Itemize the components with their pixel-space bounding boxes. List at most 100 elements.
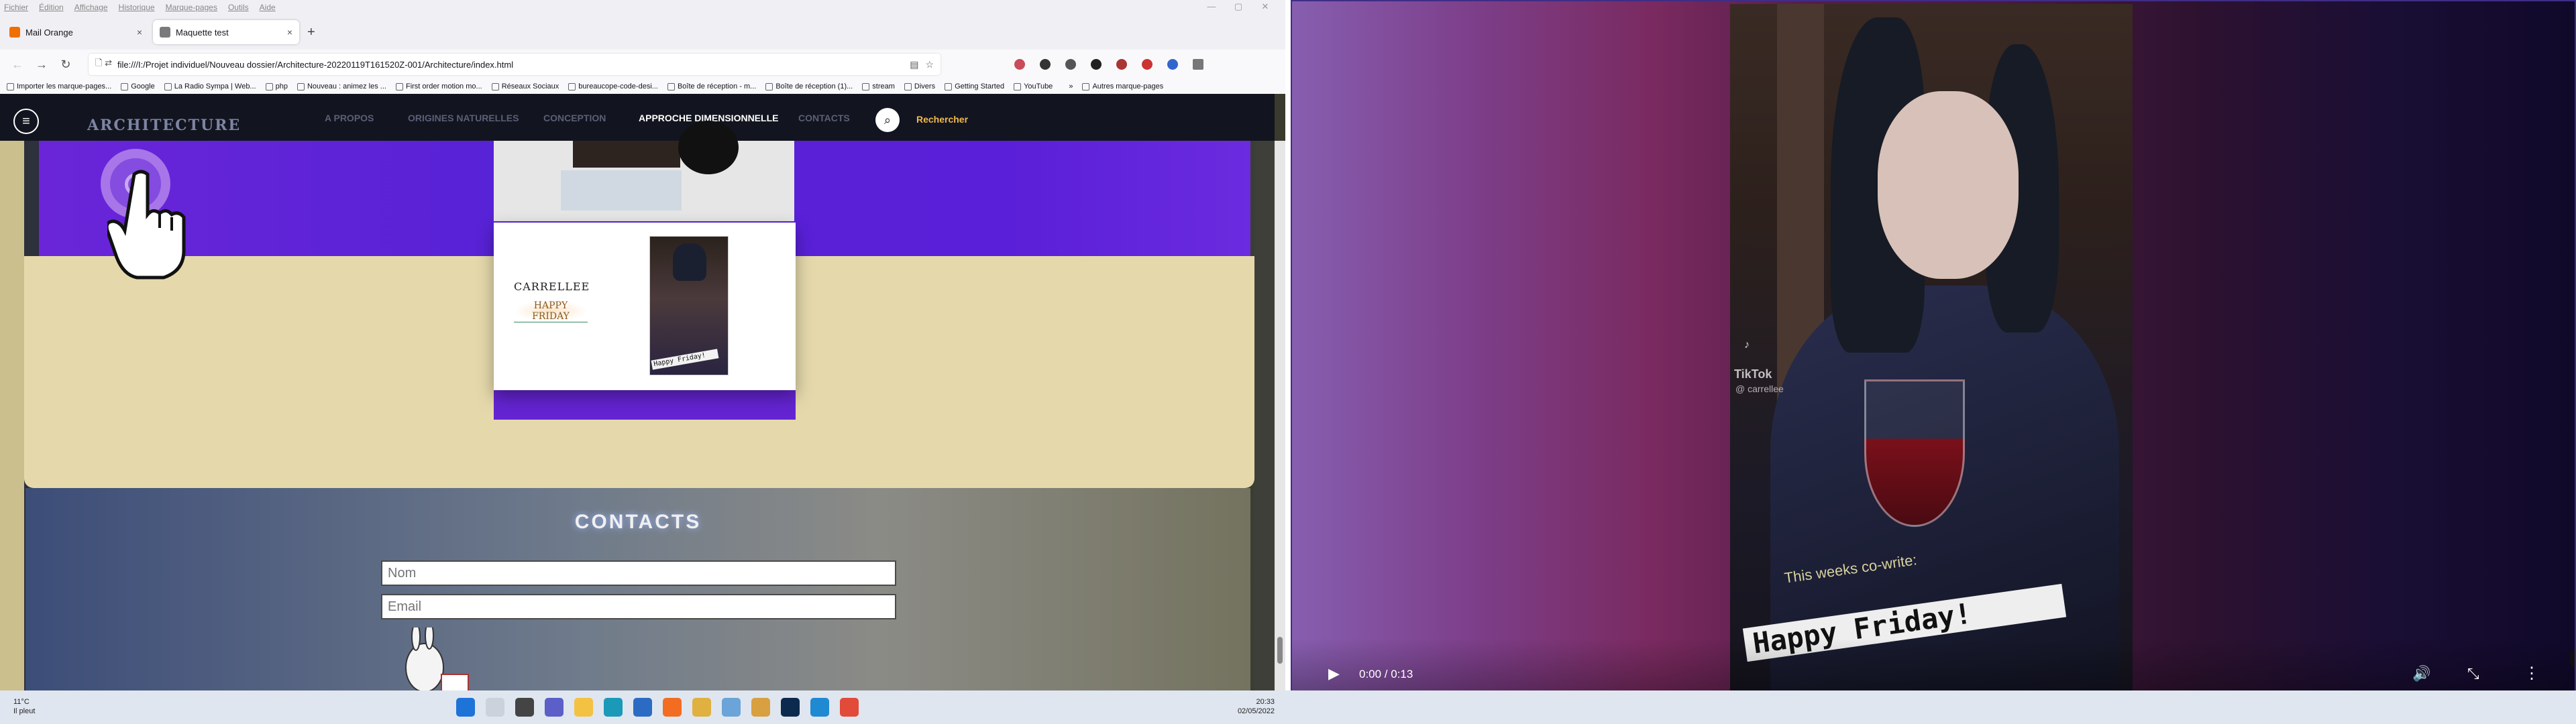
weather-condition: Il pleut (13, 707, 36, 715)
bookmark-item[interactable]: La Radio Sympa | Web... (164, 82, 256, 90)
tab-bar: Mail Orange × Maquette test × + (0, 15, 1285, 50)
reload-icon[interactable]: ↻ (56, 58, 75, 72)
volume-icon[interactable]: 🔊 (2412, 665, 2430, 682)
minimize-icon[interactable]: — (1198, 1, 1225, 12)
scrollbar-thumb[interactable] (1277, 637, 1283, 664)
menu-bar: Fichier Édition Affichage Historique Mar… (0, 0, 1285, 15)
store-icon[interactable] (633, 698, 652, 717)
hamburger-menu-icon[interactable]: ≡ (13, 109, 39, 134)
tiktok-watermark: TikTok (1734, 367, 1772, 381)
menu-hamburger-icon[interactable] (1193, 59, 1203, 70)
extension-icon[interactable] (1091, 59, 1102, 70)
extension-icon[interactable] (1167, 59, 1178, 70)
bookmark-item[interactable]: Boîte de réception (1)... (765, 82, 853, 90)
bookmark-item[interactable]: Autres marque-pages (1082, 82, 1163, 90)
nav-origines-naturelles[interactable]: ORIGINES NATURELLES (408, 113, 519, 123)
edge-icon[interactable] (604, 698, 623, 717)
nav-contacts[interactable]: CONTACTS (798, 113, 850, 123)
photos-icon[interactable] (722, 698, 741, 717)
menu-aide[interactable]: Aide (260, 3, 276, 12)
bookmark-item[interactable]: First order motion mo... (395, 82, 482, 90)
pocket-icon[interactable] (1014, 59, 1025, 70)
page-viewport: ≡ ARCHITECTURE A PROPOS ORIGINES NATUREL… (0, 94, 1285, 690)
bookmark-item[interactable]: php (265, 82, 288, 90)
nav-a-propos[interactable]: A PROPOS (325, 113, 374, 123)
site-logo[interactable]: ARCHITECTURE (87, 117, 241, 134)
forward-icon[interactable]: → (32, 58, 51, 72)
photo-caption: Happy Friday! (651, 349, 719, 370)
more-options-icon[interactable]: ⋮ (2524, 664, 2540, 683)
tab-mail-orange[interactable]: Mail Orange × (3, 20, 149, 44)
folder-icon[interactable] (692, 698, 711, 717)
vscode-icon[interactable] (810, 698, 829, 717)
card-subtitle: HAPPY FRIDAY (514, 300, 588, 322)
system-clock[interactable]: 20:33 02/05/2022 (1221, 697, 1275, 716)
extension-icon[interactable] (1065, 59, 1076, 70)
extension-icon[interactable] (1116, 59, 1127, 70)
tab-maquette-test[interactable]: Maquette test × (153, 20, 299, 44)
play-icon[interactable]: ▶ (1328, 665, 1340, 682)
frame-right (1254, 141, 1275, 690)
bookmark-item[interactable]: Divers (904, 82, 935, 90)
task-view-icon[interactable] (515, 698, 534, 717)
photoshop-icon[interactable] (781, 698, 800, 717)
navigation-bar: ← → ↻ 🗋 ⇄ file:///I:/Projet individuel/N… (0, 50, 1285, 79)
bookmark-item[interactable]: Importer les marque-pages... (7, 82, 111, 90)
exit-fullscreen-icon[interactable]: ⤡ (2467, 665, 2479, 682)
more-bookmarks-chevron-icon[interactable]: » (1069, 82, 1073, 90)
close-window-icon[interactable]: ✕ (1252, 1, 1279, 12)
new-tab-button[interactable]: + (307, 25, 315, 40)
extension-icon[interactable] (1040, 59, 1051, 70)
bookmark-item[interactable]: Réseaux Sociaux (491, 82, 559, 90)
menu-marque-pages[interactable]: Marque-pages (166, 3, 217, 12)
toolbar-extensions (1014, 59, 1218, 70)
start-windows-icon[interactable] (456, 698, 475, 717)
tab-close-icon[interactable]: × (137, 27, 142, 38)
bookmark-item[interactable]: Google (121, 82, 155, 90)
name-input[interactable] (381, 560, 896, 586)
white-rabbit-illustration (405, 627, 469, 690)
video-frame: ♪ TikTok @ carrellee This weeks co-write… (1730, 4, 2133, 701)
menu-edition[interactable]: Édition (39, 3, 64, 12)
menu-outils[interactable]: Outils (228, 3, 249, 12)
maximize-icon[interactable]: ▢ (1225, 1, 1252, 12)
card-top-image (494, 121, 794, 221)
clock-time: 20:33 (1256, 698, 1275, 706)
search-taskbar-icon[interactable] (486, 698, 504, 717)
extension-icon[interactable] (1142, 59, 1152, 70)
search-icon[interactable]: ⌕ (875, 108, 900, 132)
nav-conception[interactable]: CONCEPTION (543, 113, 606, 123)
bookmark-item[interactable]: Boîte de réception - m... (667, 82, 756, 90)
bookmark-item[interactable]: Nouveau : animez les ... (297, 82, 386, 90)
bookmark-item[interactable]: YouTube (1014, 82, 1053, 90)
page-favicon-icon (160, 27, 170, 38)
clock-date: 02/05/2022 (1237, 707, 1275, 715)
bookmark-item[interactable]: stream (862, 82, 895, 90)
menu-affichage[interactable]: Affichage (74, 3, 108, 12)
reader-view-icon[interactable]: ▤ (910, 59, 918, 70)
email-input[interactable] (381, 594, 896, 619)
tab-title: Mail Orange (25, 27, 73, 38)
contacts-title: CONTACTS (574, 511, 702, 533)
weather-widget[interactable]: 11°C Il pleut (13, 697, 35, 716)
address-bar[interactable]: 🗋 ⇄ file:///I:/Projet individuel/Nouveau… (89, 54, 941, 75)
page-info-icon[interactable]: 🗋 ⇄ (95, 57, 112, 72)
chat-icon[interactable] (545, 698, 564, 717)
bookmark-item[interactable]: bureaucope-code-desi... (568, 82, 658, 90)
flip-card[interactable]: CARRELLEE HAPPY FRIDAY Happy Friday! (494, 223, 796, 390)
file-explorer-icon[interactable] (574, 698, 593, 717)
search-label[interactable]: Rechercher (916, 114, 968, 125)
menu-fichier[interactable]: Fichier (4, 3, 28, 12)
page-scrollbar[interactable] (1275, 141, 1285, 690)
firefox-icon[interactable] (663, 698, 682, 717)
tab-close-icon[interactable]: × (287, 27, 292, 38)
bookmark-item[interactable]: Getting Started (945, 82, 1004, 90)
window-controls: — ▢ ✕ (1198, 1, 1279, 12)
chrome-icon[interactable] (840, 698, 859, 717)
app-icon[interactable] (751, 698, 770, 717)
video-player[interactable]: ♪ TikTok @ carrellee This weeks co-write… (1291, 0, 2576, 723)
menu-historique[interactable]: Historique (119, 3, 155, 12)
back-icon[interactable]: ← (8, 58, 27, 72)
bookmark-star-icon[interactable]: ☆ (925, 59, 934, 70)
tiktok-username: @ carrellee (1735, 383, 1784, 394)
